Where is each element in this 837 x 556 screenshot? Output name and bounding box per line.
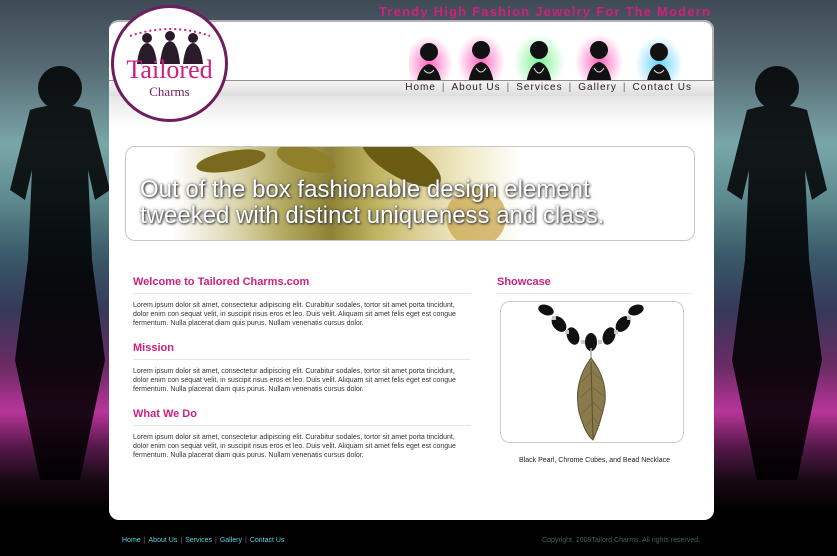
nav-about-us[interactable]: About Us — [452, 82, 501, 93]
hero-banner: Out of the box fashionable design elemen… — [125, 146, 695, 241]
footer-separator: | — [143, 537, 146, 544]
main-content: Welcome to Tailored Charms.com Lorem ips… — [133, 276, 471, 474]
footer-separator: | — [214, 537, 217, 544]
footer-separator: | — [245, 537, 247, 544]
copyright: Copyright, 2009Tailord Charms. All right… — [542, 537, 700, 544]
banner-line-2: tweeked with distinct uniqueness and cla… — [140, 202, 605, 229]
footer-about-us[interactable]: About Us — [149, 537, 178, 544]
nav-separator: | — [568, 82, 573, 93]
showcase-caption: Black Pearl, Chrome Cubes, and Bead Neck… — [519, 457, 670, 464]
nav-separator: | — [622, 82, 627, 93]
welcome-text: Lorem ipsum dolor sit amet, consectetur … — [133, 302, 456, 327]
what-we-do-text: Lorem ipsum dolor sit amet, consectetur … — [133, 434, 456, 459]
footer-gallery[interactable]: Gallery — [220, 537, 242, 544]
banner-bead-decoration — [273, 147, 339, 179]
background-silhouette-left — [10, 66, 110, 480]
banner-text: Out of the box fashionable design elemen… — [140, 177, 604, 229]
showcase-section: Showcase Black Pearl, Chrome Cubes, and … — [497, 276, 692, 464]
logo[interactable]: Tailored Charms — [111, 5, 228, 122]
nav-gallery[interactable]: Gallery — [578, 82, 617, 93]
nav-home[interactable]: Home — [405, 82, 436, 93]
showcase-image[interactable] — [500, 301, 684, 443]
footer-services[interactable]: Services — [185, 537, 212, 544]
nav-separator: | — [506, 82, 511, 93]
nav-services[interactable]: Services — [516, 82, 562, 93]
main-nav: Home | About Us | Services | Gallery | C… — [405, 82, 692, 93]
logo-text-primary: Tailored — [126, 55, 213, 84]
banner-bead-decoration — [194, 147, 268, 177]
footer-nav: Home | About Us | Services | Gallery | Contact U… — [122, 537, 284, 544]
mission-heading: Mission — [133, 342, 471, 360]
showcase-heading: Showcase — [497, 276, 692, 294]
background-silhouette-right — [727, 66, 827, 480]
nav-separator: | — [441, 82, 446, 93]
nav-contact-us[interactable]: Contact Us — [633, 82, 692, 93]
mission-text: Lorem ipsum dolor sit amet, consectetur … — [133, 368, 456, 393]
footer-contact-us[interactable]: Contact Us — [250, 537, 285, 544]
footer-separator: | — [180, 537, 183, 544]
logo-text-secondary: Charms — [149, 84, 190, 99]
what-we-do-heading: What We Do — [133, 408, 471, 426]
necklace-image — [538, 304, 644, 441]
banner-line-1: Out of the box fashionable design elemen… — [140, 176, 590, 203]
page-container: Trendy High Fashion Jewelry For The Mode… — [109, 4, 714, 520]
welcome-heading: Welcome to Tailored Charms.com — [133, 276, 471, 294]
footer-home[interactable]: Home — [122, 537, 141, 544]
